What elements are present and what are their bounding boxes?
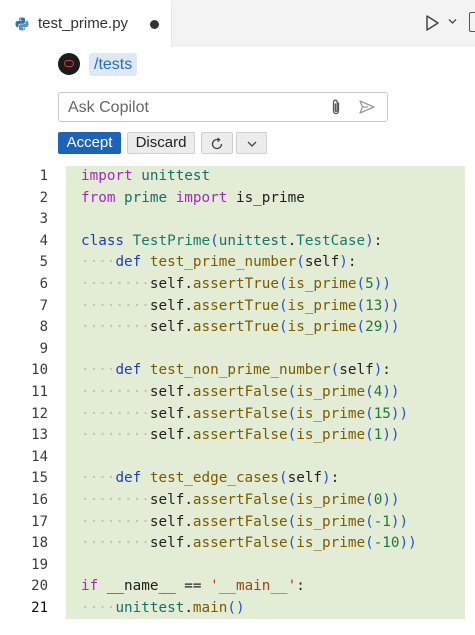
accept-button[interactable]: Accept xyxy=(58,132,121,154)
run-icon[interactable] xyxy=(422,13,442,33)
line-number: 20 xyxy=(31,578,48,595)
attach-icon[interactable] xyxy=(330,98,342,116)
tab-title: test_prime.py xyxy=(38,15,129,32)
code-line[interactable]: from prime import is_prime xyxy=(81,188,305,210)
code-line[interactable]: import unittest xyxy=(81,166,210,188)
tab-test-prime[interactable]: test_prime.py xyxy=(0,0,172,47)
code-line[interactable]: ····def test_prime_number(self): xyxy=(81,252,356,274)
code-line[interactable]: ····unittest.main() xyxy=(81,598,245,620)
line-number: 9 xyxy=(39,340,48,357)
more-actions-button[interactable] xyxy=(236,132,267,154)
code-line[interactable]: if __name__ == '__main__': xyxy=(81,576,305,598)
line-number: 3 xyxy=(39,211,48,228)
refresh-button[interactable] xyxy=(201,132,233,154)
python-file-icon xyxy=(15,17,29,31)
line-number: 16 xyxy=(31,492,48,508)
code-line[interactable]: ········self.assertTrue(is_prime(13)) xyxy=(81,296,400,318)
code-line[interactable]: ····def test_non_prime_number(self): xyxy=(81,360,391,382)
discard-button[interactable]: Discard xyxy=(127,132,195,154)
line-number: 4 xyxy=(39,232,48,249)
line-number: 21 xyxy=(31,600,48,616)
code-line[interactable]: ········self.assertFalse(is_prime(-10)) xyxy=(81,533,417,555)
code-line[interactable]: class TestPrime(unittest.TestCase): xyxy=(81,231,382,253)
split-editor-icon[interactable] xyxy=(469,12,475,32)
line-number: 13 xyxy=(31,427,48,444)
line-number: 6 xyxy=(39,276,48,292)
slash-command-chip[interactable]: /tests xyxy=(89,53,138,76)
line-number: 8 xyxy=(39,319,48,336)
copilot-avatar-icon xyxy=(58,53,80,75)
line-number: 5 xyxy=(39,254,48,271)
input-placeholder: Ask Copilot xyxy=(68,99,149,116)
chevron-down-icon[interactable] xyxy=(447,16,458,27)
line-number: 10 xyxy=(31,362,48,379)
code-line[interactable]: ········self.assertFalse(is_prime(1)) xyxy=(81,425,400,447)
chevron-down-icon xyxy=(247,141,257,147)
send-icon[interactable] xyxy=(358,99,376,115)
code-line[interactable]: ········self.assertTrue(is_prime(29)) xyxy=(81,317,400,339)
line-number: 19 xyxy=(31,556,48,573)
line-number: 17 xyxy=(31,513,48,530)
code-line[interactable]: ········self.assertFalse(is_prime(4)) xyxy=(81,382,400,404)
code-line[interactable]: ········self.assertTrue(is_prime(5)) xyxy=(81,274,391,296)
line-number: 18 xyxy=(31,535,48,552)
line-number: 15 xyxy=(31,470,48,487)
line-number: 1 xyxy=(39,168,48,184)
editor-tab-bar: test_prime.py xyxy=(0,0,475,48)
line-number: 2 xyxy=(39,189,48,206)
line-number: 7 xyxy=(39,297,48,314)
code-line[interactable]: ········self.assertFalse(is_prime(0)) xyxy=(81,490,400,512)
line-number: 14 xyxy=(31,448,48,465)
code-line[interactable]: ····def test_edge_cases(self): xyxy=(81,468,339,490)
line-number: 11 xyxy=(31,384,48,400)
line-number: 12 xyxy=(31,405,48,422)
refresh-icon xyxy=(211,137,223,150)
unsaved-dot-icon[interactable] xyxy=(150,20,159,29)
code-line[interactable]: ········self.assertFalse(is_prime(-1)) xyxy=(81,512,408,534)
code-line[interactable]: ········self.assertFalse(is_prime(15)) xyxy=(81,404,408,426)
